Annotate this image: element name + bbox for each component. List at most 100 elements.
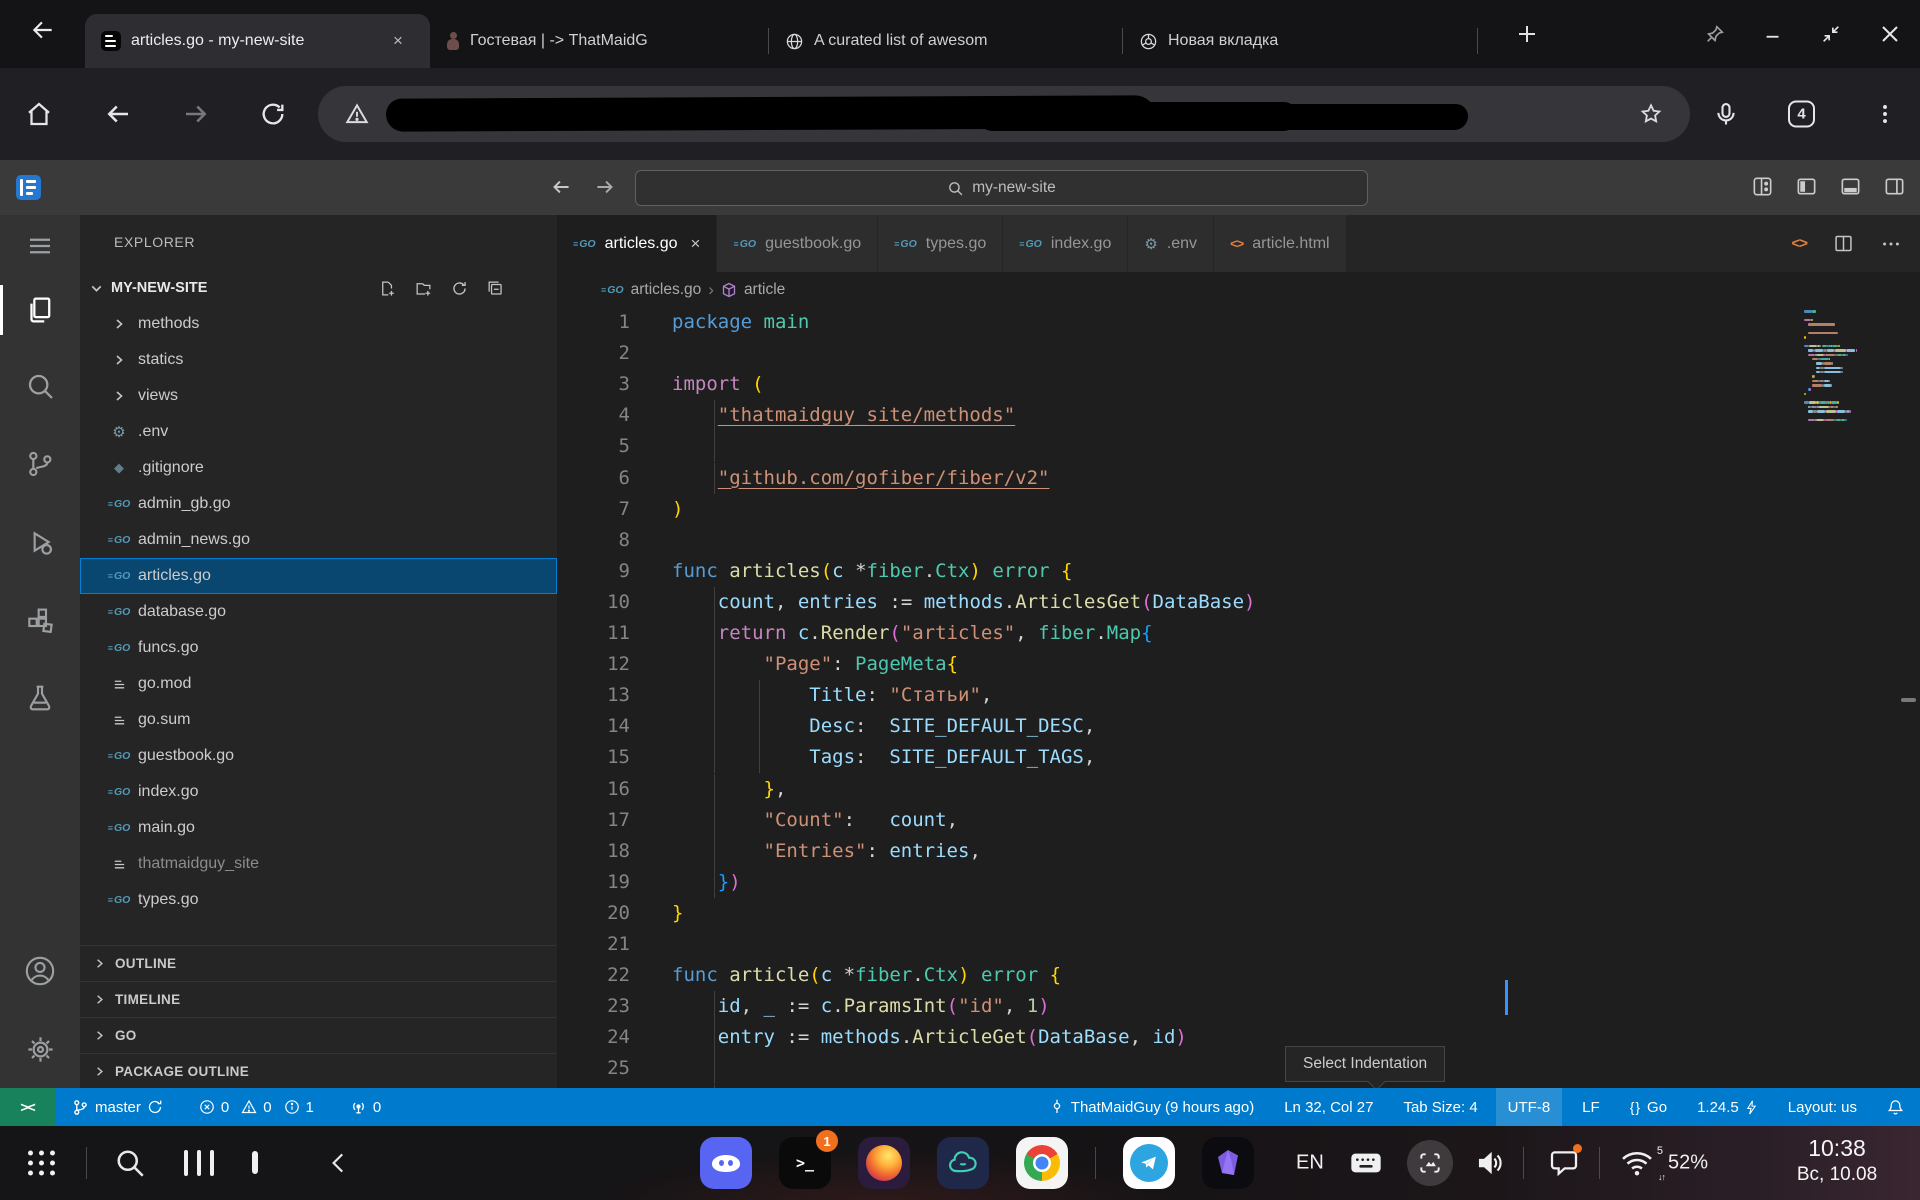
- tab-switcher-count[interactable]: 4: [1788, 101, 1815, 128]
- code-line-21[interactable]: 21: [557, 929, 1920, 960]
- toggle-panel-icon[interactable]: [1839, 175, 1862, 198]
- accounts-icon[interactable]: [17, 948, 63, 994]
- tree-item-guestbook-go[interactable]: GOguestbook.go: [80, 738, 557, 774]
- address-bar[interactable]: [318, 86, 1690, 142]
- code-line-7[interactable]: 7): [557, 494, 1920, 525]
- open-preview-icon[interactable]: <>: [1791, 235, 1807, 252]
- sidebar-section-timeline[interactable]: TIMELINE: [80, 981, 557, 1017]
- keyboard-layout-status[interactable]: Layout: us: [1788, 1088, 1857, 1126]
- browser-tab[interactable]: Гостевая | -> ThatMaidG: [430, 14, 768, 68]
- run-debug-icon[interactable]: [17, 519, 63, 565]
- taskbar-search-icon[interactable]: [112, 1145, 148, 1181]
- browser-tab[interactable]: A curated list of awesom: [769, 14, 1122, 68]
- extensions-icon[interactable]: [17, 597, 63, 643]
- code-line-15[interactable]: 15 Tags: SITE_DEFAULT_TAGS,: [557, 742, 1920, 773]
- code-line-23[interactable]: 23 id, _ := c.ParamsInt("id", 1): [557, 991, 1920, 1022]
- taskbar-app-discord[interactable]: [700, 1137, 752, 1189]
- browser-menu-icon[interactable]: [1872, 101, 1898, 127]
- tree-item-thatmaidguy-site[interactable]: thatmaidguy_site: [80, 846, 557, 882]
- taskbar-app-terminal[interactable]: >_1: [779, 1137, 831, 1189]
- input-language-indicator[interactable]: EN: [1296, 1152, 1324, 1175]
- minimap[interactable]: [1800, 310, 1920, 440]
- taskbar-app-cloud[interactable]: [937, 1137, 989, 1189]
- code-editor[interactable]: 1package main23import (4 "thatmaidguy_si…: [557, 307, 1920, 1088]
- restore-button[interactable]: [1820, 23, 1842, 45]
- refresh-icon[interactable]: [450, 279, 469, 298]
- minimize-button[interactable]: [1762, 23, 1784, 45]
- code-line-11[interactable]: 11 return c.Render("articles", fiber.Map…: [557, 618, 1920, 649]
- code-line-13[interactable]: 13 Title: "Статьи",: [557, 680, 1920, 711]
- sidebar-section-package-outline[interactable]: PACKAGE OUTLINE: [80, 1053, 557, 1088]
- pin-icon[interactable]: [1704, 23, 1726, 45]
- tree-item-statics[interactable]: statics: [80, 342, 557, 378]
- tree-item-index-go[interactable]: GOindex.go: [80, 774, 557, 810]
- customize-layout-icon[interactable]: [1751, 175, 1774, 198]
- code-line-12[interactable]: 12 "Page": PageMeta{: [557, 649, 1920, 680]
- search-view-icon[interactable]: [17, 363, 63, 409]
- explorer-icon[interactable]: [17, 287, 63, 333]
- new-tab-button[interactable]: [1515, 22, 1539, 46]
- code-line-6[interactable]: 6 "github.com/gofiber/fiber/v2": [557, 463, 1920, 494]
- reload-button[interactable]: [259, 100, 287, 128]
- sidebar-section-outline[interactable]: OUTLINE: [80, 945, 557, 981]
- workspaces-icon[interactable]: [252, 1154, 258, 1172]
- scrollbar-marker[interactable]: [1901, 698, 1916, 702]
- taskbar-app-telegram[interactable]: [1123, 1137, 1175, 1189]
- breadcrumb-symbol[interactable]: article: [744, 281, 785, 299]
- nav-forward-icon[interactable]: [592, 174, 618, 200]
- last-commit-status[interactable]: ThatMaidGuy (9 hours ago): [1049, 1088, 1254, 1126]
- breadcrumb[interactable]: GO articles.go › article: [557, 272, 1920, 307]
- cursor-position-status[interactable]: Ln 32, Col 27: [1284, 1088, 1373, 1126]
- go-version-status[interactable]: 1.24.5: [1697, 1088, 1758, 1126]
- task-view-icon[interactable]: [184, 1150, 214, 1176]
- tree-item--gitignore[interactable]: ◆.gitignore: [80, 450, 557, 486]
- code-server-logo[interactable]: [16, 175, 41, 200]
- editor-more-actions-icon[interactable]: [1880, 233, 1902, 255]
- taskbar-app-chrome[interactable]: [1016, 1137, 1068, 1189]
- sidebar-section-go[interactable]: GO: [80, 1017, 557, 1053]
- tree-item-articles-go[interactable]: GOarticles.go: [80, 558, 557, 594]
- browser-tab[interactable]: Новая вкладка: [1123, 14, 1477, 68]
- tree-item-funcs-go[interactable]: GOfuncs.go: [80, 630, 557, 666]
- tree-item-go-mod[interactable]: go.mod: [80, 666, 557, 702]
- taskbar-app-firefox[interactable]: [858, 1137, 910, 1189]
- eol-status[interactable]: LF: [1582, 1088, 1600, 1126]
- tree-item-main-go[interactable]: GOmain.go: [80, 810, 557, 846]
- browser-strip-back-icon[interactable]: [30, 17, 56, 43]
- editor-tab-index-go[interactable]: GOindex.go: [1003, 215, 1128, 272]
- bookmark-star-icon[interactable]: [1638, 101, 1664, 127]
- tree-item-methods[interactable]: methods: [80, 306, 557, 342]
- code-line-3[interactable]: 3import (: [557, 369, 1920, 400]
- source-control-icon[interactable]: [17, 441, 63, 487]
- project-root-row[interactable]: MY-NEW-SITE: [80, 270, 557, 306]
- close-window-button[interactable]: [1878, 22, 1902, 46]
- new-file-icon[interactable]: [378, 279, 397, 298]
- code-line-2[interactable]: 2: [557, 338, 1920, 369]
- menu-icon[interactable]: [17, 223, 63, 269]
- code-line-9[interactable]: 9func articles(c *fiber.Ctx) error {: [557, 556, 1920, 587]
- code-line-19[interactable]: 19 }): [557, 867, 1920, 898]
- code-line-8[interactable]: 8: [557, 525, 1920, 556]
- code-line-22[interactable]: 22func article(c *fiber.Ctx) error {: [557, 960, 1920, 991]
- editor-tab-types-go[interactable]: GOtypes.go: [878, 215, 1003, 272]
- code-line-10[interactable]: 10 count, entries := methods.ArticlesGet…: [557, 587, 1920, 618]
- code-line-24[interactable]: 24 entry := methods.ArticleGet(DataBase,…: [557, 1022, 1920, 1053]
- code-line-4[interactable]: 4 "thatmaidguy_site/methods": [557, 400, 1920, 431]
- not-secure-warning-icon[interactable]: [344, 101, 370, 127]
- tree-item-admin-gb-go[interactable]: GOadmin_gb.go: [80, 486, 557, 522]
- code-line-25[interactable]: 25: [557, 1053, 1920, 1084]
- taskbar-app-obsidian[interactable]: [1202, 1137, 1254, 1189]
- close-editor-tab-icon[interactable]: ×: [691, 234, 701, 254]
- keyboard-icon[interactable]: [1350, 1150, 1382, 1176]
- back-gesture-icon[interactable]: [326, 1148, 352, 1178]
- editor-tab-articles-go[interactable]: GOarticles.go×: [557, 215, 717, 272]
- editor-tab-article-html[interactable]: <>article.html: [1214, 215, 1347, 272]
- breadcrumb-file[interactable]: articles.go: [631, 281, 702, 299]
- tree-item-types-go[interactable]: GOtypes.go: [80, 882, 557, 918]
- remote-indicator[interactable]: ><: [0, 1088, 55, 1126]
- tree-item--env[interactable]: ⚙.env: [80, 414, 557, 450]
- toggle-secondary-sidebar-icon[interactable]: [1883, 175, 1906, 198]
- chat-icon[interactable]: [1548, 1147, 1580, 1179]
- encoding-status[interactable]: UTF-8: [1496, 1088, 1563, 1126]
- tree-item-views[interactable]: views: [80, 378, 557, 414]
